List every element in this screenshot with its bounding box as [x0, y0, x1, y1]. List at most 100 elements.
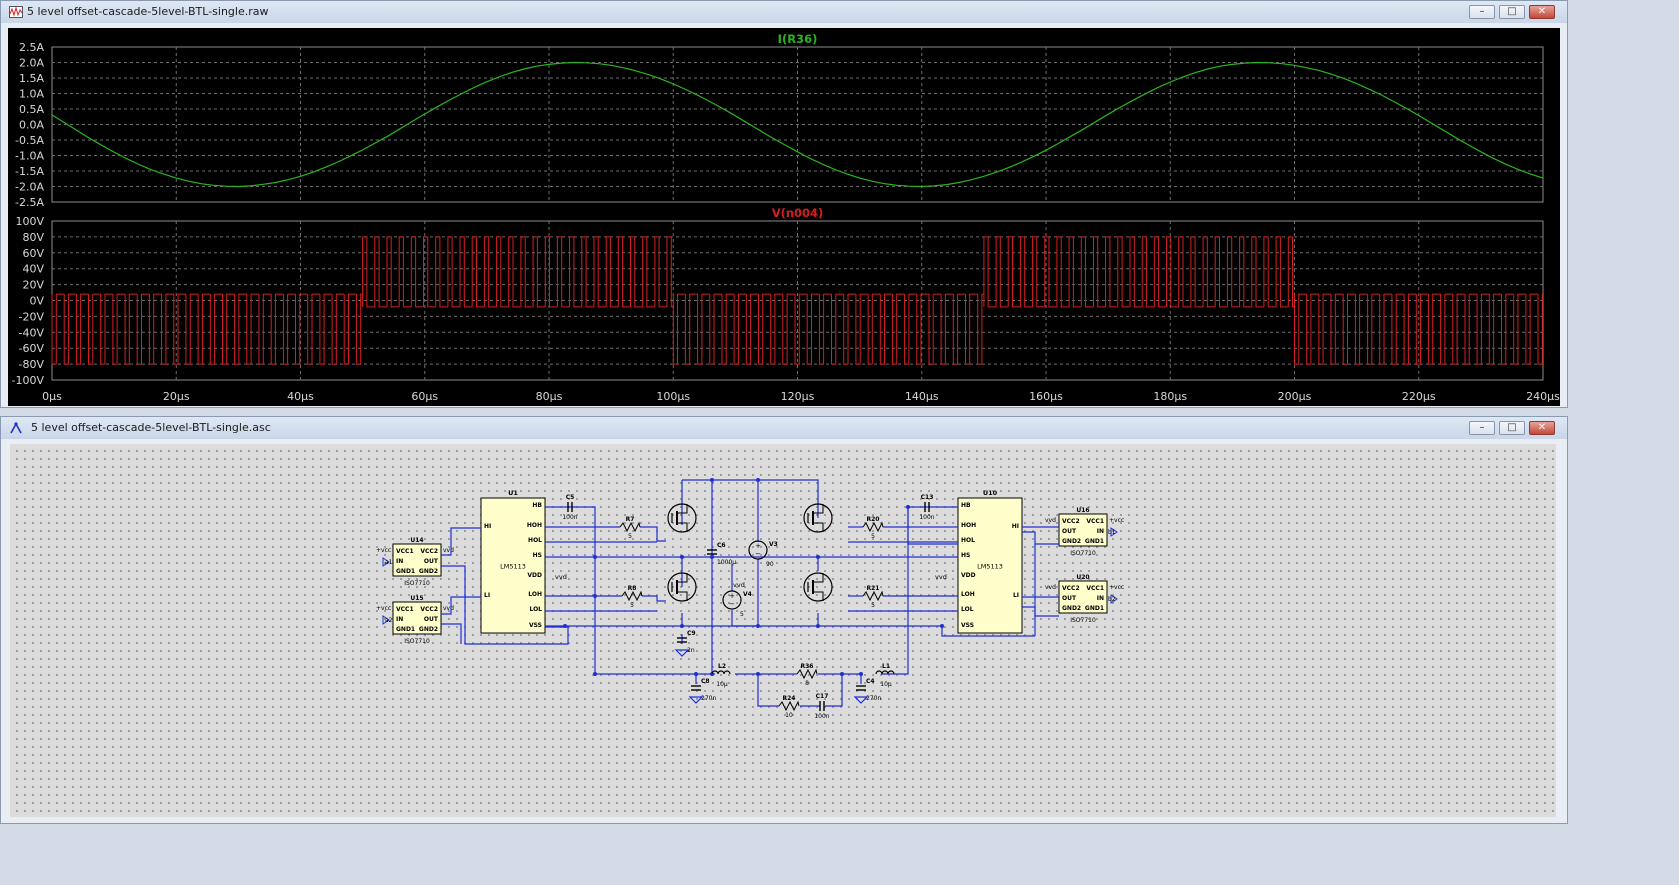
pin-label: GND1 — [1085, 605, 1104, 612]
voltage-source-v4-plus: + — [729, 592, 735, 600]
waveform-title-bar[interactable]: 5 level offset-cascade-5level-BTL-single… — [1, 1, 1567, 23]
y-tick-label: -80V — [19, 358, 45, 371]
capacitor-c8[interactable]: C8 270n — [691, 678, 716, 702]
resistor-r20-symbol[interactable] — [862, 521, 884, 533]
pin-label: VDD — [527, 572, 542, 579]
pin-label: VCC1 — [396, 606, 414, 613]
pin-label: GND1 — [396, 568, 415, 575]
maximize-icon: □ — [1507, 422, 1517, 433]
wire — [545, 613, 683, 627]
resistor-r8[interactable]: R8 5 — [621, 585, 643, 609]
driver-u10-type: LM5113 — [977, 563, 1003, 571]
wire — [1022, 531, 1059, 545]
resistor-r36-value: 8 — [805, 680, 809, 687]
x-tick-label: 240µs — [1526, 390, 1560, 403]
wire — [881, 506, 958, 675]
schematic-title-bar[interactable]: 5 level offset-cascade-5level-BTL-single… — [1, 417, 1567, 439]
net-label: +vcc — [1109, 517, 1124, 524]
isolator-u15[interactable]: U15 ISO7710 VCC1 VCC2 IN OUT GND1 GND2 +vcc vvd a2 — [376, 595, 454, 645]
capacitor-c5-ref: C5 — [566, 494, 575, 501]
y-tick-label: -20V — [19, 310, 45, 323]
y-tick-label: -0.5A — [15, 134, 44, 147]
schematic-canvas[interactable]: U1 LM5113 HI LI HB HOH HOL HS VDD LOH LOL VSS U10 LM5… — [10, 444, 1556, 817]
x-tick-label: 180µs — [1153, 390, 1187, 403]
minimize-button[interactable]: – — [1469, 5, 1495, 19]
net-label-vdd: vvd — [555, 573, 567, 581]
pin-label: HB — [961, 502, 971, 509]
capacitor-c6-ref: C6 — [717, 542, 726, 549]
capacitor-c4-ref: C4 — [866, 678, 875, 685]
maximize-button[interactable]: □ — [1499, 421, 1525, 435]
net-label: a1 — [385, 559, 393, 566]
x-tick-label: 0µs — [42, 390, 62, 403]
y-tick-label: 1.5A — [19, 72, 44, 85]
plot-svg[interactable]: 2.5A 2.0A 1.5A 1.0A 0.5A 0.0A -0.5A -1.0A -1.5A -… — [8, 28, 1561, 406]
resistor-r24[interactable]: R24 10 — [778, 695, 800, 719]
resistor-r21-symbol[interactable] — [862, 590, 884, 602]
voltage-source-v4[interactable]: +− V4 5 — [722, 590, 752, 618]
driver-u10[interactable]: U10 LM5113 HB HOH HOL HS VDD LOH LOL VSS HI LI — [957, 489, 1023, 634]
close-button[interactable]: ✕ — [1529, 421, 1555, 435]
y-tick-label: -100V — [12, 374, 45, 387]
resistor-r20[interactable]: R20 5 — [862, 516, 884, 540]
y-tick-label: 100V — [15, 215, 44, 228]
inductor-l1-value: 10µ — [880, 681, 892, 688]
junction-dot — [593, 672, 597, 676]
pin-label: VCC1 — [1086, 585, 1104, 592]
pin-label: OUT — [424, 558, 439, 565]
resistor-r8-symbol[interactable] — [621, 590, 643, 602]
pin-label: IN — [1097, 595, 1104, 602]
resistor-r36-symbol[interactable] — [796, 668, 818, 680]
pin-label: OUT — [424, 616, 439, 623]
net-label-vdd: vvd — [935, 573, 947, 581]
isolator-u16[interactable]: U16 ISO7710 VCC2 VCC1 OUT IN GND2 GND1 +vcc vvd b1 — [1045, 507, 1124, 557]
mosfet-q4[interactable] — [803, 572, 833, 602]
y-tick-label: -1.5A — [15, 165, 44, 178]
inductor-l1[interactable]: L1 10µ — [875, 663, 895, 688]
capacitor-c6[interactable]: C6 1000µ — [707, 542, 736, 566]
resistor-r21[interactable]: R21 5 — [862, 585, 884, 609]
y-tick-label: 80V — [22, 231, 44, 244]
schematic-svg[interactable]: U1 LM5113 HI LI HB HOH HOL HS VDD LOH LOL VSS U10 LM5… — [10, 444, 1556, 817]
x-tick-label: 80µs — [536, 390, 563, 403]
trace-title[interactable]: I(R36) — [778, 32, 818, 46]
maximize-button[interactable]: □ — [1499, 5, 1525, 19]
minimize-button[interactable]: – — [1469, 421, 1495, 435]
isolator-u14[interactable]: U14 ISO7710 VCC1 VCC2 IN OUT GND1 GND2 +vcc vvd a1 — [376, 537, 454, 587]
y-tick-label: -60V — [19, 342, 45, 355]
schematic-window-title: 5 level offset-cascade-5level-BTL-single… — [31, 421, 271, 434]
schematic-window[interactable]: 5 level offset-cascade-5level-BTL-single… — [0, 416, 1568, 824]
voltage-source-v3[interactable]: +− V3 90 — [748, 540, 778, 568]
voltage-source-v3-ref: V3 — [769, 541, 778, 548]
pin-label: LI — [484, 592, 490, 599]
wire — [682, 479, 819, 518]
x-tick-label: 140µs — [905, 390, 939, 403]
plot-pane-voltage: 100V 80V 60V 40V 20V 0V -20V -40V -60V -80V -100V V… — [12, 206, 1561, 403]
resistor-r24-value: 10 — [785, 712, 793, 719]
junction-dot — [756, 478, 760, 482]
driver-u1[interactable]: U1 LM5113 HI LI HB HOH HOL HS VDD LOH LOL VSS — [480, 489, 546, 634]
y-tick-label: 0V — [29, 295, 44, 308]
trace-title[interactable]: V(n004) — [772, 206, 824, 220]
junction-dot — [710, 478, 714, 482]
x-tick-label: 60µs — [411, 390, 438, 403]
waveform-window[interactable]: 5 level offset-cascade-5level-BTL-single… — [0, 0, 1568, 408]
resistor-r7[interactable]: R7 5 — [619, 516, 641, 540]
pin-label: VCC2 — [420, 548, 438, 555]
resistor-r24-symbol[interactable] — [778, 700, 800, 712]
inductor-l2[interactable]: L2 10µ — [711, 663, 731, 688]
pin-label: HOL — [961, 537, 975, 544]
pin-label: OUT — [1062, 528, 1077, 535]
close-button[interactable]: ✕ — [1529, 5, 1555, 19]
junction-dot — [593, 594, 597, 598]
capacitor-c4[interactable]: C4 270n — [856, 678, 881, 702]
resistor-r7-symbol[interactable] — [619, 521, 641, 533]
capacitor-c8-value: 270n — [701, 695, 716, 702]
y-tick-label: 40V — [22, 263, 44, 276]
pin-label: GND2 — [419, 568, 438, 575]
plot-area[interactable]: 2.5A 2.0A 1.5A 1.0A 0.5A 0.0A -0.5A -1.0A -1.5A -… — [8, 28, 1560, 406]
pin-label: VSS — [961, 622, 974, 629]
resistor-r36[interactable]: R36 8 — [796, 663, 818, 687]
pin-label: HI — [484, 523, 491, 530]
driver-u1-type: LM5113 — [500, 563, 526, 571]
